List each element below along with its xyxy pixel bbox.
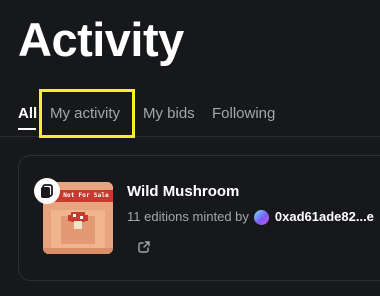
- thumbnail-caption: Not For Sale: [63, 192, 109, 199]
- editions-icon: [34, 178, 60, 204]
- item-name[interactable]: Wild Mushroom: [127, 183, 239, 201]
- tab-all[interactable]: All: [18, 104, 37, 124]
- minted-text: 11 editions minted by: [127, 209, 249, 224]
- mint-info: 11 editions minted by 0xad61ade82...e: [127, 209, 374, 225]
- tab-my-bids[interactable]: My bids: [143, 104, 195, 124]
- page-title: Activity: [18, 13, 184, 66]
- activity-card[interactable]: Not For Sale Wild Mushroom 11 editions m…: [18, 155, 380, 281]
- tab-my-activity[interactable]: My activity: [50, 104, 120, 124]
- active-tab-indicator: [18, 128, 36, 130]
- tabs-divider: [0, 136, 380, 137]
- activity-tabs: All My activity My bids Following: [0, 100, 380, 137]
- avatar[interactable]: [253, 209, 269, 225]
- creator-address[interactable]: 0xad61ade82...e: [275, 209, 374, 225]
- tab-following[interactable]: Following: [212, 104, 275, 124]
- external-link-icon[interactable]: [137, 240, 151, 254]
